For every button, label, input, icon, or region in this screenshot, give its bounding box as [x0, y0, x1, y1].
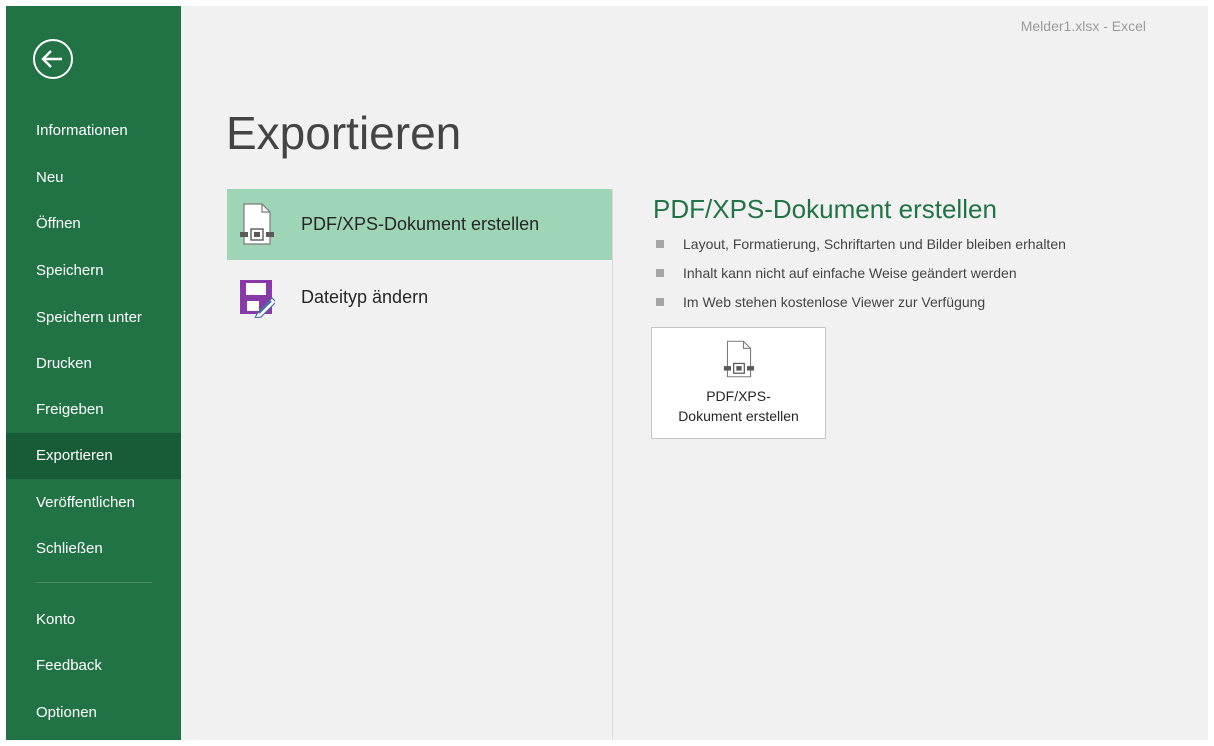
bullet-text: Layout, Formatierung, Schriftarten und B… — [683, 236, 1066, 252]
nav-item-feedback[interactable]: Feedback — [6, 643, 181, 689]
backstage-sidebar: Informationen Neu Öffnen Speichern Speic… — [6, 6, 181, 740]
option-dateityp-aendern[interactable]: Dateityp ändern — [227, 262, 612, 333]
nav-item-speichern-unter[interactable]: Speichern unter — [6, 295, 181, 341]
option-label: PDF/XPS-Dokument erstellen — [301, 214, 540, 234]
nav-item-oeffnen[interactable]: Öffnen — [6, 201, 181, 247]
nav-item-konto[interactable]: Konto — [6, 597, 181, 643]
backstage-view: Informationen Neu Öffnen Speichern Speic… — [6, 6, 1208, 740]
nav-item-optionen[interactable]: Optionen — [6, 690, 181, 736]
pdf-document-icon — [240, 203, 274, 245]
nav-item-speichern[interactable]: Speichern — [6, 248, 181, 294]
bullet-item: Inhalt kann nicht auf einfache Weise geä… — [656, 265, 1017, 285]
pdf-document-icon — [723, 340, 755, 378]
nav-item-informationen[interactable]: Informationen — [6, 108, 181, 154]
detail-title: PDF/XPS-Dokument erstellen — [653, 194, 997, 224]
nav-item-neu[interactable]: Neu — [6, 155, 181, 201]
nav-item-exportieren[interactable]: Exportieren — [6, 433, 181, 479]
bullet-item: Im Web stehen kostenlose Viewer zur Verf… — [656, 294, 985, 314]
create-pdf-xps-button[interactable]: PDF/XPS- Dokument erstellen — [651, 327, 826, 439]
bullet-text: Inhalt kann nicht auf einfache Weise geä… — [683, 265, 1017, 281]
nav-item-veroeffentlichen[interactable]: Veröffentlichen — [6, 480, 181, 526]
window-title: Melder1.xlsx - Excel — [1020, 18, 1146, 34]
page-title: Exportieren — [226, 107, 462, 159]
change-file-type-icon — [240, 280, 275, 318]
option-pdf-xps[interactable]: PDF/XPS-Dokument erstellen — [227, 189, 612, 260]
bullet-square-icon — [656, 240, 664, 248]
bullet-item: Layout, Formatierung, Schriftarten und B… — [656, 236, 1066, 256]
nav-item-schliessen[interactable]: Schließen — [6, 526, 181, 572]
nav-item-drucken[interactable]: Drucken — [6, 341, 181, 387]
panel-divider — [612, 189, 613, 740]
nav-item-freigeben[interactable]: Freigeben — [6, 387, 181, 433]
create-button-label: PDF/XPS- Dokument erstellen — [678, 388, 799, 424]
option-label: Dateityp ändern — [301, 287, 429, 307]
bullet-square-icon — [656, 298, 664, 306]
bullet-text: Im Web stehen kostenlose Viewer zur Verf… — [683, 294, 986, 310]
bullet-square-icon — [656, 269, 664, 277]
back-button[interactable] — [32, 38, 74, 80]
sidebar-divider — [36, 582, 152, 583]
back-arrow-circle-icon — [33, 39, 73, 79]
